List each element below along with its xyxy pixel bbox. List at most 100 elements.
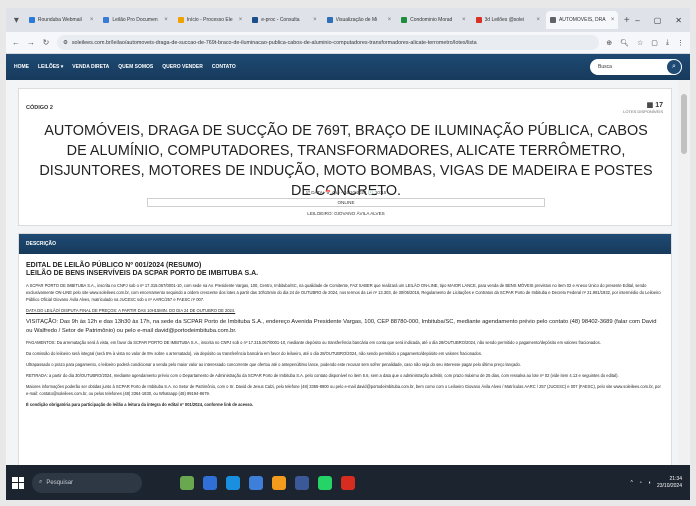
close-tab-icon[interactable]: × (462, 17, 466, 23)
browser-tab[interactable]: Rounduba Webmail × (25, 11, 97, 29)
zoom-icon[interactable]: 🔍︎ (620, 39, 629, 47)
auction-date: 1ª DATA: 📅 Qui - 24/10/2024 🕙 10:15 (305, 190, 387, 195)
site-navigation: HOME LEILÕES ▾ VENDA DIRETA QUEM SOMOS Q… (6, 54, 690, 80)
tab-label: e-proc - Consulta (261, 17, 300, 23)
close-tab-icon[interactable]: × (611, 17, 615, 23)
lots-count: ▦ 17 (646, 102, 663, 109)
browser-tab[interactable]: AUTOMÓVEIS, DRA × (545, 11, 619, 29)
taskbar-search[interactable]: ⌕ Pesquisar (32, 472, 142, 493)
tab-favicon-icon (549, 17, 556, 23)
edital-title: EDITAL DE LEILÃO PÚBLICO Nº 001/2024 (RE… (26, 262, 202, 269)
minimize-icon[interactable]: – (635, 16, 639, 25)
tab-strip: ▾ Rounduba Webmail × Leilão Pro Documen × In… (6, 8, 690, 32)
page-content: CÓDIGO 2 ▦ 17 LOTES DISPONÍVEIS AUTOMÓVE… (6, 80, 678, 465)
reload-icon[interactable]: ↻ (42, 38, 50, 47)
close-tab-icon[interactable]: × (164, 17, 168, 23)
search-icon: ⌕ (39, 479, 43, 485)
edital-subtitle: LEILÃO DE BENS INSERVÍVEIS DA SCPAR PORT… (26, 270, 259, 277)
browser-tab[interactable]: 3d Leilões @solei × (472, 11, 544, 29)
visitation-paragraph: VISITAÇÃO: Das 9h às 12h e das 13h30 às … (26, 319, 657, 334)
tab-label: Início - Processo Ele (186, 17, 233, 23)
tab-favicon-icon (103, 17, 110, 23)
tab-label: 3d Leilões @solei (484, 17, 525, 23)
nav-quero-vender[interactable]: QUERO VENDER (162, 64, 203, 70)
info-paragraph: Maiores informações poderão ser obtidas … (26, 384, 661, 396)
tab-label: AUTOMÓVEIS, DRA (558, 17, 606, 23)
forward-icon[interactable]: → (27, 38, 35, 47)
auction-header-card: CÓDIGO 2 ▦ 17 LOTES DISPONÍVEIS AUTOMÓVE… (18, 88, 672, 226)
pickup-paragraph: RETIRADA: a partir do dia 30/OUTUBRO/202… (26, 373, 619, 378)
tab-label: Rounduba Webmail (37, 17, 82, 23)
system-tray: ^ ◔ ◖ 21:34 23/10/2024 (631, 476, 690, 490)
profile-icon[interactable]: ▢ (651, 39, 658, 47)
lots-available: ▦ 17 LOTES DISPONÍVEIS (623, 101, 663, 114)
tab-favicon-icon (326, 17, 333, 23)
auctioneer-name: LEILOEIRO: GIOVANO ÁVILA ALVES (307, 211, 385, 216)
description-card: DESCRIÇÃO EDITAL DE LEILÃO PÚBLICO Nº 00… (18, 233, 672, 465)
payment-paragraph: PAGAMENTOS: Da arrematação será à vista,… (26, 340, 601, 345)
tab-favicon-icon (177, 17, 184, 23)
taskbar-app-icon[interactable] (341, 475, 355, 490)
close-tab-icon[interactable]: × (90, 17, 94, 23)
new-tab-button[interactable]: + (620, 15, 633, 26)
tray-chevron-icon[interactable]: ^ (631, 480, 633, 486)
browser-tab[interactable]: Leilão Pro Documen × (99, 11, 171, 29)
download-icon[interactable]: ⤓ (666, 39, 669, 47)
tab-label: Visualização de Mi (335, 17, 378, 23)
search-icon[interactable]: ⌕ (667, 60, 681, 74)
tab-favicon-icon (401, 17, 408, 23)
extension-icon[interactable]: ⊕ (606, 39, 612, 47)
clock-time: 21:34 (669, 475, 682, 482)
close-tab-icon[interactable]: × (536, 17, 540, 23)
search-placeholder: Busca (598, 64, 612, 70)
back-icon[interactable]: ← (12, 38, 20, 47)
wifi-icon[interactable]: ◔ (639, 480, 642, 486)
deadline-paragraph: Ultrapassado o prazo para pagamento, o l… (26, 362, 521, 367)
scrollbar-thumb[interactable] (681, 94, 687, 154)
maximize-icon[interactable]: ▢ (654, 16, 662, 25)
commission-paragraph: Da comissão do leiloeiro será integral (… (26, 351, 483, 356)
close-tab-icon[interactable]: × (239, 17, 243, 23)
menu-icon[interactable]: ⋮ (677, 39, 684, 47)
edital-paragraph: A SCPAR PORTO DE IMBITUBA S.A., inscrita… (26, 283, 661, 302)
clock[interactable]: 21:34 23/10/2024 (657, 476, 682, 490)
site-search-input[interactable]: Busca ⌕ (590, 59, 682, 75)
close-tab-icon[interactable]: × (388, 17, 392, 23)
description-body: EDITAL DE LEILÃO PÚBLICO Nº 001/2024 (RE… (19, 254, 671, 408)
volume-icon[interactable]: ◖ (648, 480, 651, 486)
page-scrollbar[interactable] (678, 80, 690, 465)
start-button[interactable] (12, 476, 24, 489)
taskbar-search-label: Pesquisar (46, 479, 74, 486)
address-bar[interactable]: ⚙ soleilees.com.br/leilao/automoveis-dra… (57, 35, 600, 50)
browser-tab[interactable]: Início - Processo Ele × (174, 11, 246, 29)
taskbar-app-icon[interactable] (180, 475, 194, 490)
taskbar-app-icon[interactable] (226, 475, 240, 490)
browser-tab[interactable]: Visualização de Mi × (323, 11, 395, 29)
auction-mode-badge: ONLINE (147, 198, 545, 207)
url-text: soleilees.com.br/leilao/automoveis-draga… (71, 39, 477, 46)
close-tab-icon[interactable]: × (313, 17, 317, 23)
nav-contato[interactable]: CONTATO (212, 64, 236, 70)
taskbar-app-icon[interactable] (318, 475, 332, 490)
browser-tab[interactable]: e-proc - Consulta × (248, 11, 320, 29)
bookmark-star-icon[interactable]: ☆ (637, 39, 643, 47)
auction-title: AUTOMÓVEIS, DRAGA DE SUCÇÃO DE 769T, BRA… (39, 123, 653, 199)
nav-quem-somos[interactable]: QUEM SOMOS (118, 64, 153, 70)
nav-venda-direta[interactable]: VENDA DIRETA (72, 64, 109, 70)
nav-home[interactable]: HOME (14, 64, 29, 70)
taskbar-app-icon[interactable] (249, 475, 263, 490)
tab-favicon-icon (475, 17, 482, 23)
site-info-icon[interactable]: ⚙ (63, 40, 68, 46)
windows-taskbar: ⌕ Pesquisar ^ ◔ ◖ 21:34 23/10/2024 (6, 465, 690, 500)
taskbar-app-icon[interactable] (272, 475, 286, 490)
close-icon[interactable]: ✕ (675, 16, 682, 25)
taskbar-app-icon[interactable] (295, 475, 309, 490)
browser-tab[interactable]: Condominio Morad × (397, 11, 469, 29)
tab-list-button[interactable]: ▾ (10, 15, 23, 26)
lots-label: LOTES DISPONÍVEIS (623, 109, 663, 114)
nav-leiloes[interactable]: LEILÕES ▾ (38, 64, 63, 70)
window-controls: – ▢ ✕ (635, 16, 690, 25)
description-header: DESCRIÇÃO (19, 234, 671, 254)
clock-date: 23/10/2024 (656, 482, 682, 489)
taskbar-app-icon[interactable] (203, 475, 217, 490)
